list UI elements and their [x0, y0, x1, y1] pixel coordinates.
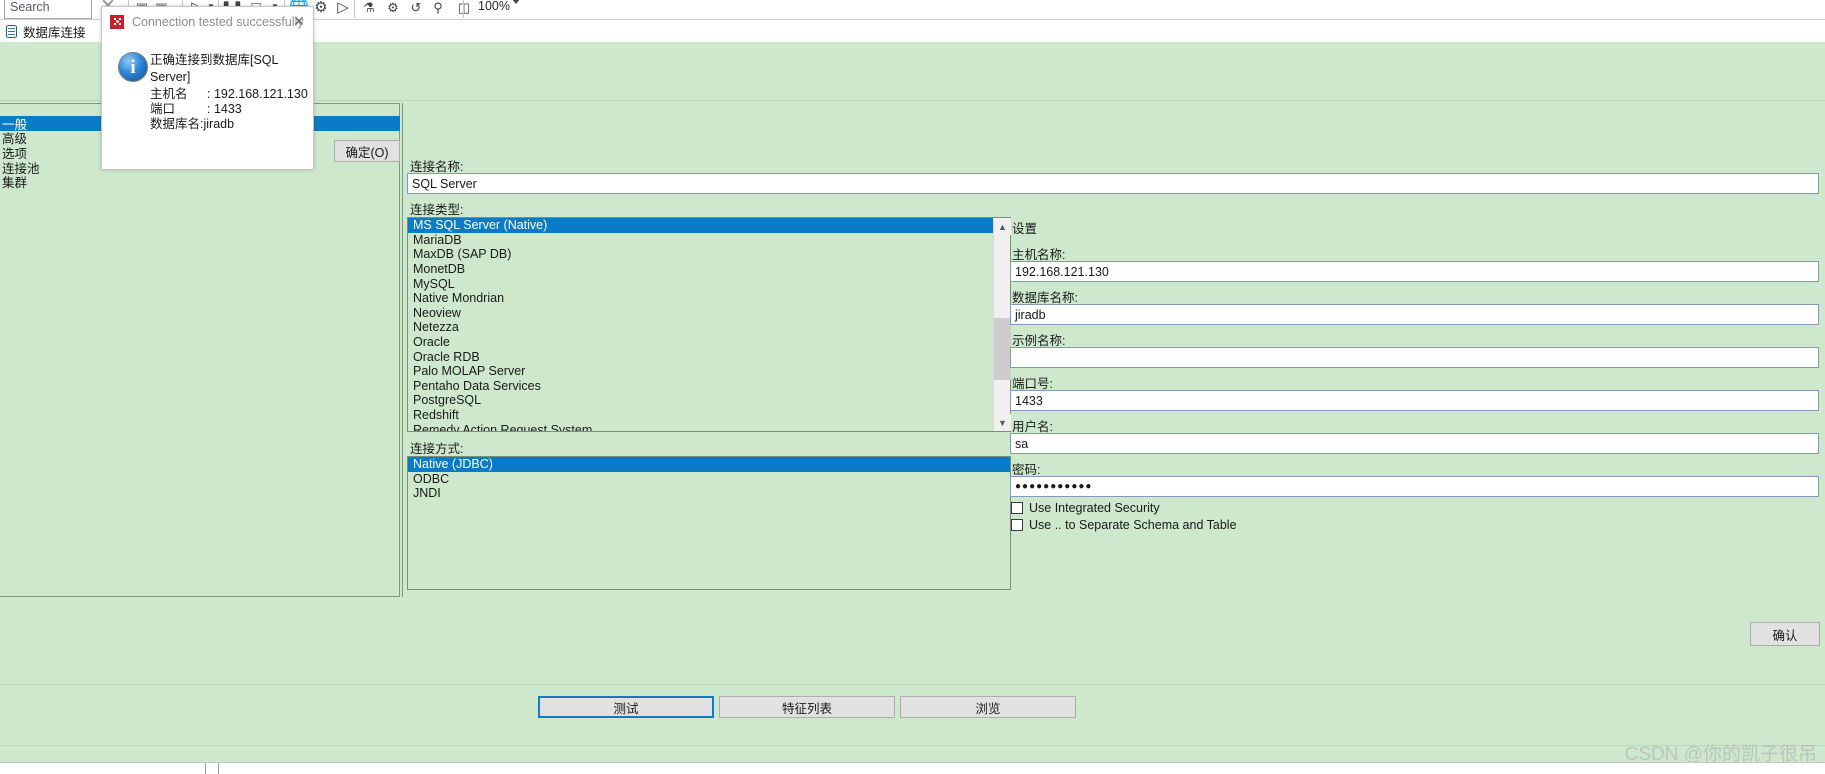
tab-label: 数据库连接: [23, 25, 86, 40]
dialog-ok-label: 确定(O): [345, 145, 389, 160]
feature-list-button[interactable]: 特征列表: [719, 696, 895, 718]
search-input[interactable]: Search: [4, 0, 92, 19]
dialog-title: Connection tested successfully: [132, 14, 304, 29]
app-icon: [110, 14, 124, 29]
port-number-input[interactable]: 1433: [1010, 390, 1819, 411]
divider: [0, 745, 1825, 746]
dialog-ok-button[interactable]: 确定(O): [334, 140, 400, 162]
checkbox-box[interactable]: [1011, 502, 1023, 514]
list-item[interactable]: Oracle: [408, 335, 1010, 350]
general-form: 连接名称: SQL Server 连接类型: MS SQL Server (Na…: [402, 103, 1825, 597]
connection-name-input[interactable]: SQL Server: [407, 173, 1819, 194]
list-item[interactable]: MonetDB: [408, 262, 1010, 277]
host-name-value: 192.168.121.130: [1015, 264, 1109, 279]
list-item[interactable]: MySQL: [408, 276, 1010, 291]
feature-list-button-label: 特征列表: [781, 701, 832, 716]
explore-button-label: 浏览: [975, 701, 1001, 716]
settings-title: 设置: [1012, 222, 1038, 236]
access-method-label: 连接方式:: [410, 442, 464, 456]
scrollbar-thumb[interactable]: [994, 318, 1011, 380]
toolbar-divider: [354, 0, 355, 18]
list-item[interactable]: Neoview: [408, 306, 1010, 321]
user-name-value: sa: [1015, 436, 1029, 451]
port-number-value: 1433: [1015, 393, 1043, 408]
sidebar-item-label: 集群: [2, 176, 28, 191]
database-name-value: jiradb: [1015, 307, 1046, 322]
password-value: ●●●●●●●●●●●: [1015, 481, 1093, 492]
list-item[interactable]: MS SQL Server (Native): [408, 218, 1010, 233]
inspect-icon[interactable]: ⚲: [428, 0, 448, 18]
sql-icon[interactable]: ⚗: [358, 0, 380, 18]
list-item[interactable]: Remedy Action Request System: [408, 422, 1010, 431]
close-icon[interactable]: ✕: [289, 13, 309, 31]
list-item[interactable]: Native Mondrian: [408, 291, 1010, 306]
test-button[interactable]: 测试: [538, 696, 714, 718]
list-item[interactable]: Redshift: [408, 408, 1010, 423]
dialog-title-bar[interactable]: Connection tested successfully: [102, 7, 315, 36]
list-item[interactable]: JNDI: [408, 486, 1010, 501]
info-icon: i: [118, 52, 148, 82]
status-bar: [0, 762, 1825, 774]
checkbox-label: Use Integrated Security: [1029, 501, 1160, 515]
connection-test-dialog: Connection tested successfully ✕ i 正确连接到…: [101, 6, 400, 170]
scroll-down-icon[interactable]: ▼: [994, 414, 1011, 431]
user-name-input[interactable]: sa: [1010, 433, 1819, 454]
checkbox-box[interactable]: [1011, 519, 1023, 531]
use-integrated-security-checkbox[interactable]: Use Integrated Security: [1011, 501, 1160, 515]
host-name-input[interactable]: 192.168.121.130: [1010, 261, 1819, 282]
password-input[interactable]: ●●●●●●●●●●●: [1010, 476, 1819, 497]
list-item[interactable]: Netezza: [408, 320, 1010, 335]
list-item[interactable]: Native (JDBC): [408, 457, 1010, 472]
app-window: Search ✕ ▣ ▣─ ▷ ▼ ❚❚ □ ▼ 🌐 ⚙ ▷ ⚗ ⚙ ↺ ⚲ ◫…: [0, 0, 1825, 774]
status-bar-handle: [205, 763, 219, 774]
debug-icon[interactable]: ⚙: [382, 0, 404, 18]
test-button-label: 测试: [613, 701, 639, 716]
connection-type-label: 连接类型:: [410, 203, 464, 217]
sidebar-item-clustering[interactable]: 集群: [0, 174, 400, 191]
access-method-list[interactable]: Native (JDBC) ODBC JNDI: [407, 456, 1011, 590]
preview-icon[interactable]: ▷: [332, 0, 354, 18]
confirm-button[interactable]: 确认: [1750, 622, 1820, 646]
scroll-up-icon[interactable]: ▲: [994, 218, 1011, 235]
panel-separator: [402, 103, 403, 597]
checkbox-label: Use .. to Separate Schema and Table: [1029, 518, 1237, 532]
explore-button[interactable]: 浏览: [900, 696, 1076, 718]
list-item[interactable]: Palo MOLAP Server: [408, 364, 1010, 379]
chevron-down-icon[interactable]: [512, 0, 520, 4]
list-item[interactable]: Pentaho Data Services: [408, 379, 1010, 394]
search-placeholder: Search: [10, 0, 50, 14]
list-item[interactable]: MaxDB (SAP DB): [408, 247, 1010, 262]
use-dotdot-separate-schema-table-checkbox[interactable]: Use .. to Separate Schema and Table: [1011, 518, 1237, 532]
toolbar-divider: [463, 0, 464, 18]
connection-name-value: SQL Server: [412, 176, 477, 191]
connection-type-list[interactable]: MS SQL Server (Native) MariaDB MaxDB (SA…: [407, 217, 1011, 432]
tab-database-connection[interactable]: 数据库连接: [2, 20, 94, 42]
database-icon: [6, 24, 17, 38]
dialog-database-row: 数据库名:jiradb: [150, 117, 235, 131]
confirm-button-label: 确认: [1772, 628, 1798, 643]
replay-icon[interactable]: ↺: [406, 0, 426, 18]
database-name-input[interactable]: jiradb: [1010, 304, 1819, 325]
divider: [0, 684, 1825, 685]
instance-name-input[interactable]: [1010, 347, 1819, 368]
dialog-message: 正确连接到数据库[SQL Server]: [150, 53, 279, 84]
list-item[interactable]: Oracle RDB: [408, 349, 1010, 364]
list-item[interactable]: MariaDB: [408, 233, 1010, 248]
list-item[interactable]: ODBC: [408, 472, 1010, 487]
list-item[interactable]: PostgreSQL: [408, 393, 1010, 408]
connection-type-scrollbar[interactable]: ▲ ▼: [993, 218, 1011, 431]
